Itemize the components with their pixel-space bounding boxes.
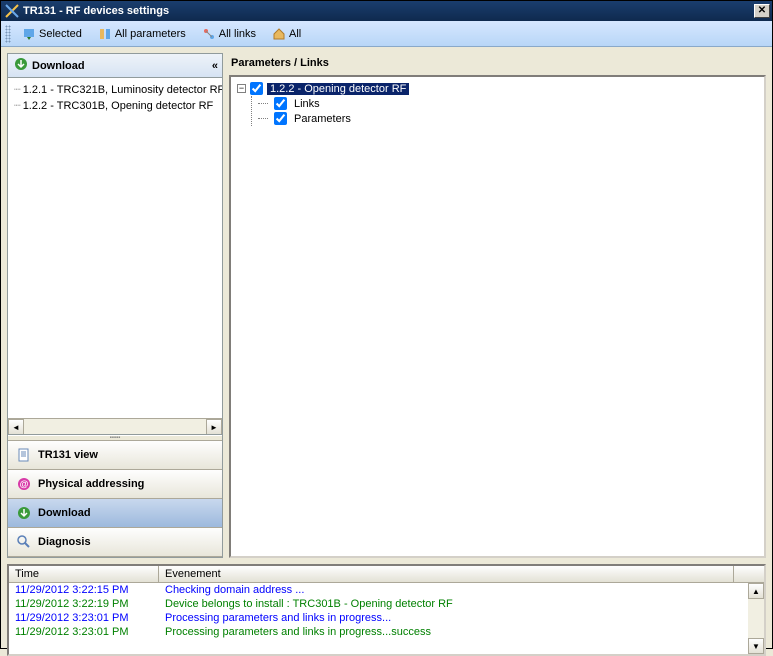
- log-time: 11/29/2012 3:22:19 PM: [9, 597, 159, 611]
- vertical-scrollbar[interactable]: ▲ ▼: [748, 583, 764, 654]
- download-icon: [14, 57, 28, 74]
- log-time: 11/29/2012 3:23:01 PM: [9, 625, 159, 639]
- tree-connector: ┈: [14, 85, 20, 97]
- log-col-time[interactable]: Time: [9, 566, 159, 582]
- device-label: 1.2.2 - TRC301B, Opening detector RF: [23, 100, 214, 112]
- links-icon: [202, 27, 216, 41]
- scroll-up-button[interactable]: ▲: [748, 583, 764, 599]
- nav-label: Download: [38, 507, 91, 519]
- nav-physical-addressing[interactable]: @ Physical addressing: [8, 470, 222, 499]
- log-row[interactable]: 11/29/2012 3:22:15 PM Checking domain ad…: [9, 583, 748, 597]
- tree-root-label[interactable]: 1.2.2 - Opening detector RF: [267, 83, 409, 95]
- toolbar-label: Selected: [39, 28, 82, 40]
- sidebar-header-title: Download: [32, 60, 85, 72]
- nav-label: TR131 view: [38, 449, 98, 461]
- nav-buttons: TR131 view @ Physical addressing Downloa…: [8, 441, 222, 557]
- toolbar: Selected All parameters All links All: [1, 21, 772, 47]
- toolbar-all[interactable]: All: [265, 24, 308, 44]
- left-pane: Download « ┈ 1.2.1 - TRC321B, Luminosity…: [7, 53, 223, 558]
- tree-child: Links: [258, 96, 758, 111]
- close-button[interactable]: ✕: [754, 4, 770, 18]
- scroll-right-button[interactable]: ►: [206, 419, 222, 435]
- horizontal-scrollbar[interactable]: ◄ ►: [8, 418, 222, 434]
- parameters-icon: [98, 27, 112, 41]
- download-icon: [22, 27, 36, 41]
- log-event: Device belongs to install : TRC301B - Op…: [159, 597, 748, 611]
- toolbar-grip: [5, 25, 11, 43]
- log-time: 11/29/2012 3:23:01 PM: [9, 611, 159, 625]
- parameters-tree: − 1.2.2 - Opening detector RF Links Para…: [229, 75, 766, 558]
- log-row[interactable]: 11/29/2012 3:23:01 PM Processing paramet…: [9, 611, 748, 625]
- scroll-track[interactable]: [748, 599, 764, 638]
- log-time: 11/29/2012 3:22:15 PM: [9, 583, 159, 597]
- scroll-left-button[interactable]: ◄: [8, 419, 24, 435]
- tree-collapse-icon[interactable]: −: [237, 84, 246, 93]
- tree-checkbox[interactable]: [274, 97, 287, 110]
- log-event: Processing parameters and links in progr…: [159, 625, 748, 639]
- tree-connector: ┈: [14, 101, 20, 113]
- parameters-links-header: Parameters / Links: [229, 53, 766, 75]
- content-area: Download « ┈ 1.2.1 - TRC321B, Luminosity…: [1, 47, 772, 564]
- tree-child-label[interactable]: Links: [291, 98, 323, 110]
- addressing-icon: @: [16, 476, 32, 492]
- collapse-button[interactable]: «: [212, 60, 216, 72]
- document-icon: [16, 447, 32, 463]
- log-col-blank: [734, 566, 764, 582]
- toolbar-label: All parameters: [115, 28, 186, 40]
- log-event: Checking domain address ...: [159, 583, 748, 597]
- toolbar-label: All: [289, 28, 301, 40]
- svg-text:@: @: [20, 479, 29, 489]
- nav-label: Physical addressing: [38, 478, 144, 490]
- device-item[interactable]: ┈ 1.2.1 - TRC321B, Luminosity detector R…: [14, 82, 222, 98]
- tree-root: − 1.2.2 - Opening detector RF: [237, 81, 758, 96]
- window-title: TR131 - RF devices settings: [23, 5, 754, 17]
- log-panel: Time Evenement 11/29/2012 3:22:15 PM Che…: [7, 564, 766, 656]
- log-body: 11/29/2012 3:22:15 PM Checking domain ad…: [9, 583, 764, 654]
- nav-diagnosis[interactable]: Diagnosis: [8, 528, 222, 557]
- log-row[interactable]: 11/29/2012 3:22:19 PM Device belongs to …: [9, 597, 748, 611]
- right-pane: Parameters / Links − 1.2.2 - Opening det…: [229, 53, 766, 558]
- tree-connector: [258, 118, 268, 119]
- nav-tr131-view[interactable]: TR131 view: [8, 441, 222, 470]
- device-tree: ┈ 1.2.1 - TRC321B, Luminosity detector R…: [8, 78, 222, 435]
- toolbar-label: All links: [219, 28, 256, 40]
- device-item[interactable]: ┈ 1.2.2 - TRC301B, Opening detector RF: [14, 98, 222, 114]
- app-icon: [5, 4, 19, 18]
- log-event: Processing parameters and links in progr…: [159, 611, 748, 625]
- log-row[interactable]: 11/29/2012 3:23:01 PM Processing paramet…: [9, 625, 748, 639]
- scroll-down-button[interactable]: ▼: [748, 638, 764, 654]
- nav-label: Diagnosis: [38, 536, 91, 548]
- title-bar: TR131 - RF devices settings ✕: [1, 1, 772, 21]
- log-col-event[interactable]: Evenement: [159, 566, 734, 582]
- tree-connector: [258, 103, 268, 104]
- home-icon: [272, 27, 286, 41]
- nav-download[interactable]: Download: [8, 499, 222, 528]
- tree-children: Links Parameters: [251, 96, 758, 126]
- tree-child-label[interactable]: Parameters: [291, 113, 354, 125]
- toolbar-all-parameters[interactable]: All parameters: [91, 24, 193, 44]
- tree-child: Parameters: [258, 111, 758, 126]
- device-label: 1.2.1 - TRC321B, Luminosity detector RF: [23, 84, 222, 96]
- download-icon: [16, 505, 32, 521]
- scroll-track[interactable]: [24, 419, 206, 434]
- toolbar-selected[interactable]: Selected: [15, 24, 89, 44]
- log-header: Time Evenement: [9, 566, 764, 583]
- sidebar-header: Download «: [8, 54, 222, 78]
- tree-checkbox[interactable]: [250, 82, 263, 95]
- magnifier-icon: [16, 534, 32, 550]
- tree-checkbox[interactable]: [274, 112, 287, 125]
- log-rows: 11/29/2012 3:22:15 PM Checking domain ad…: [9, 583, 748, 654]
- toolbar-all-links[interactable]: All links: [195, 24, 263, 44]
